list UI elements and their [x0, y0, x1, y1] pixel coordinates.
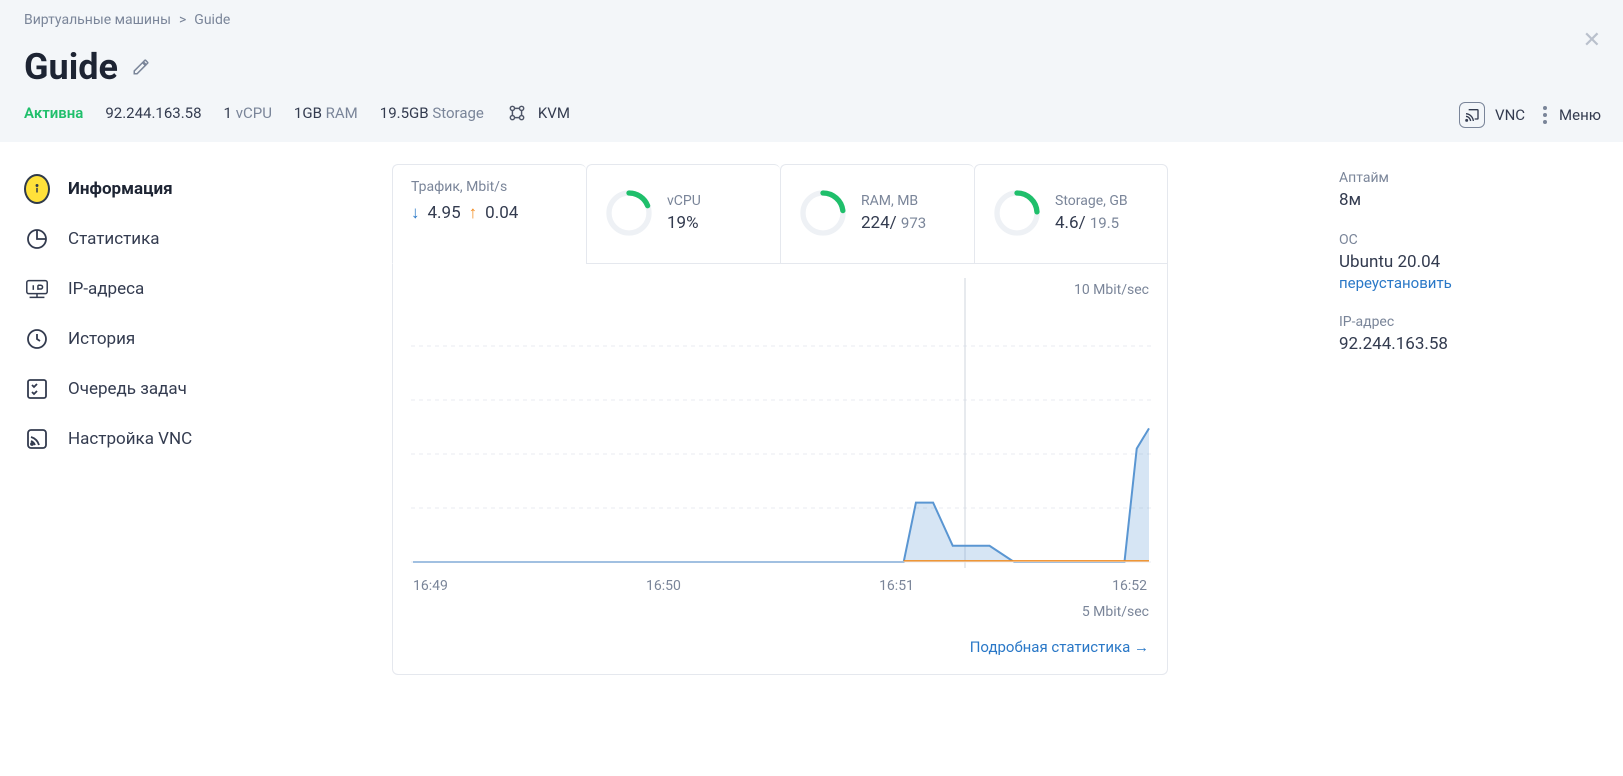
tab-vcpu[interactable]: vCPU 19%	[586, 164, 780, 264]
metric-cards: Трафик, Mbit/s ↓ 4.95 ↑ 0.04 vCPU 19%	[392, 164, 1311, 264]
vnc-button[interactable]: VNC	[1459, 102, 1525, 128]
page-title: Guide	[24, 46, 118, 88]
sidebar-item-ip[interactable]: IP-адреса	[24, 264, 364, 314]
meta-ip: 92.244.163.58	[105, 104, 201, 122]
page-header: Виртуальные машины > Guide ✕ Guide Актив…	[0, 0, 1623, 142]
sidebar: Информация Статистика IP-адреса История	[24, 164, 364, 675]
traffic-chart-panel: 10 Mbit/sec 16:49 16:50 16:51 16:52 5 Mb…	[392, 264, 1168, 675]
traffic-title: Трафик, Mbit/s	[411, 179, 507, 195]
status-badge: Активна	[24, 104, 83, 122]
info-icon	[24, 174, 50, 204]
x-tick: 16:49	[413, 578, 448, 594]
sidebar-item-stats[interactable]: Статистика	[24, 214, 364, 264]
chart-y-top-label: 10 Mbit/sec	[1074, 282, 1149, 298]
x-tick: 16:50	[646, 578, 681, 594]
traffic-up-value: 0.04	[485, 203, 518, 223]
sidebar-item-info[interactable]: Информация	[24, 164, 364, 214]
right-info-panel: Аптайм 8м ОС Ubuntu 20.04 переустановить…	[1339, 164, 1599, 675]
tab-traffic[interactable]: Трафик, Mbit/s ↓ 4.95 ↑ 0.04	[392, 164, 586, 264]
tab-ram[interactable]: RAM, MB 224/ 973	[780, 164, 974, 264]
storage-gauge	[993, 189, 1041, 237]
breadcrumb-sep: >	[179, 12, 186, 28]
uptime-value: 8м	[1339, 190, 1599, 210]
clock-icon	[24, 326, 50, 352]
x-tick: 16:51	[879, 578, 914, 594]
vcpu-gauge	[605, 189, 653, 237]
sidebar-item-history[interactable]: История	[24, 314, 364, 364]
meta-ram: 1GB RAM	[294, 104, 358, 122]
piechart-icon	[24, 226, 50, 252]
kebab-icon	[1543, 106, 1547, 124]
vnc-settings-icon	[24, 426, 50, 452]
vcpu-value: 19%	[667, 213, 701, 233]
storage-value: 4.6/ 19.5	[1055, 213, 1128, 233]
sidebar-item-label: История	[68, 329, 135, 349]
edit-icon[interactable]	[132, 58, 150, 76]
sidebar-item-label: Информация	[68, 179, 173, 199]
chart-x-ticks: 16:49 16:50 16:51 16:52	[411, 578, 1149, 594]
vcpu-title: vCPU	[667, 193, 701, 209]
sidebar-item-label: IP-адреса	[68, 279, 144, 299]
ram-value: 224/ 973	[861, 213, 926, 233]
meta-kvm: KVM	[506, 102, 570, 124]
sidebar-item-vnc[interactable]: Настройка VNC	[24, 414, 364, 464]
traffic-down-value: 4.95	[428, 203, 461, 223]
arrow-down-icon: ↓	[411, 203, 420, 223]
x-tick: 16:52	[1112, 578, 1147, 594]
menu-button[interactable]: Меню	[1543, 106, 1601, 124]
breadcrumb-current: Guide	[194, 12, 230, 28]
uptime-label: Аптайм	[1339, 170, 1599, 186]
breadcrumb-root[interactable]: Виртуальные машины	[24, 12, 171, 28]
ip-value: 92.244.163.58	[1339, 334, 1599, 354]
breadcrumb: Виртуальные машины > Guide	[24, 12, 1599, 28]
traffic-chart	[411, 278, 1151, 568]
ip-label: IP-адрес	[1339, 314, 1599, 330]
tab-storage[interactable]: Storage, GB 4.6/ 19.5	[974, 164, 1168, 264]
meta-storage: 19.5GB Storage	[380, 104, 484, 122]
cluster-icon	[506, 102, 528, 124]
reinstall-link[interactable]: переустановить	[1339, 274, 1452, 292]
detailed-stats-link[interactable]: Подробная статистика →	[970, 638, 1149, 656]
tasks-icon	[24, 376, 50, 402]
os-value: Ubuntu 20.04	[1339, 252, 1599, 272]
sidebar-item-tasks[interactable]: Очередь задач	[24, 364, 364, 414]
chart-y-bottom-label: 5 Mbit/sec	[1082, 604, 1149, 620]
meta-vcpu: 1 vCPU	[224, 104, 272, 122]
sidebar-item-label: Настройка VNC	[68, 429, 192, 449]
close-icon[interactable]: ✕	[1583, 28, 1601, 53]
sidebar-item-label: Очередь задач	[68, 379, 187, 399]
ram-title: RAM, MB	[861, 193, 926, 209]
ip-icon	[24, 276, 50, 302]
os-label: ОС	[1339, 232, 1599, 248]
storage-title: Storage, GB	[1055, 193, 1128, 209]
arrow-up-icon: ↑	[469, 203, 478, 223]
ram-gauge	[799, 189, 847, 237]
cast-icon	[1459, 102, 1485, 128]
vm-meta-row: Активна 92.244.163.58 1 vCPU 1GB RAM 19.…	[24, 102, 1599, 124]
sidebar-item-label: Статистика	[68, 229, 160, 249]
